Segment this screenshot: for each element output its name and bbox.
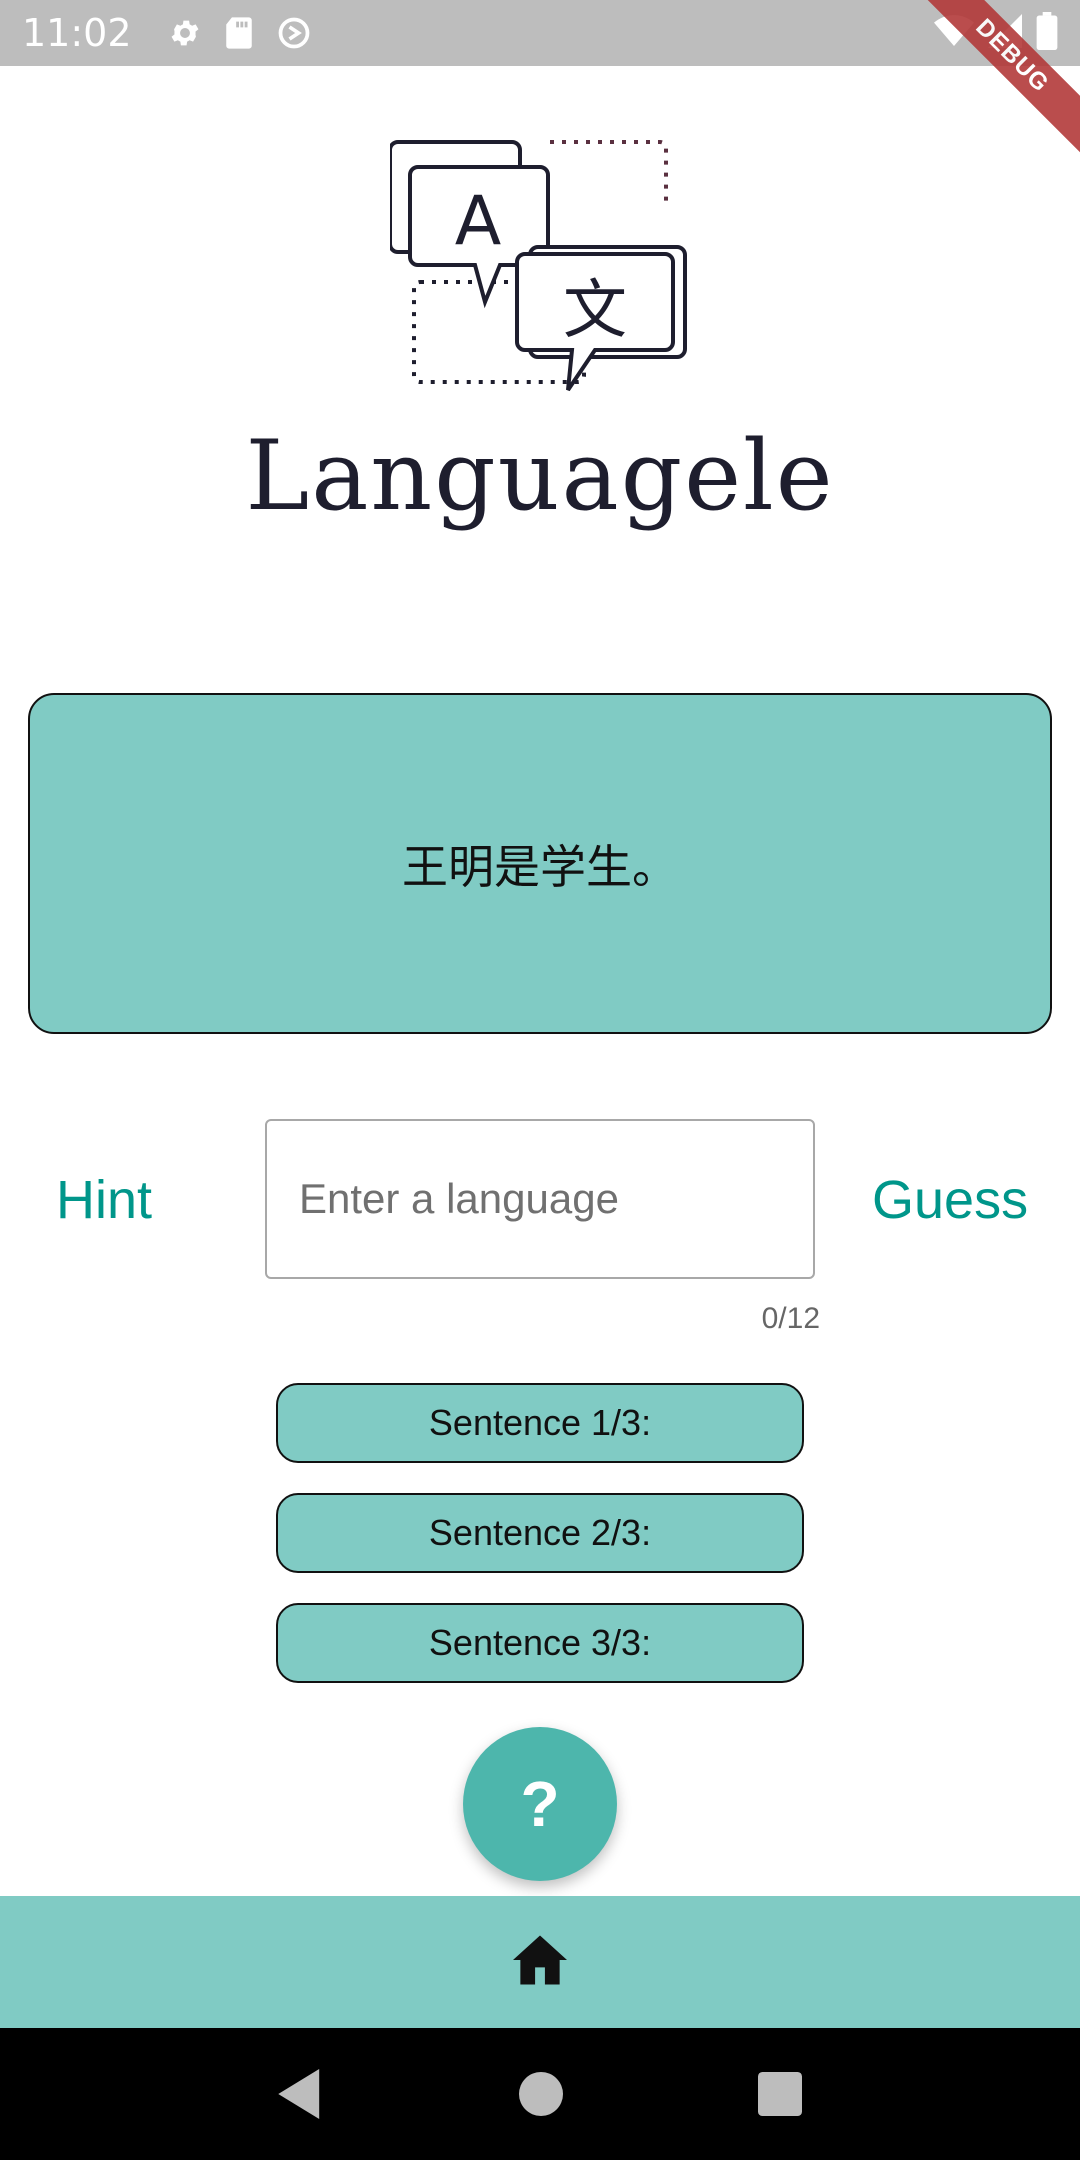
app-screen: 11:02 DEBUG A 文 Languagele 王明是学生。 Hint E… [0,0,1080,2160]
status-icons-left [168,15,312,51]
sentence-button-3[interactable]: Sentence 3/3: [276,1603,804,1683]
character-counter: 0/12 [761,1302,820,1335]
hint-button[interactable]: Hint [56,1165,196,1235]
battery-icon [1036,12,1058,55]
logo-letter-a: A [455,182,502,261]
logo-letter-wen: 文 [563,274,627,348]
sync-icon [276,15,312,51]
language-input[interactable] [265,1119,815,1279]
guess-button[interactable]: Guess [872,1165,1042,1235]
sentence-text: 王明是学生。 [402,839,678,894]
sentence-card: 王明是学生。 [28,693,1052,1034]
back-icon[interactable] [277,2069,324,2119]
recents-icon[interactable] [758,2072,803,2116]
status-bar: 11:02 DEBUG [0,0,1080,163]
help-fab-button[interactable]: ? [463,1727,617,1881]
app-title: Languagele [245,420,835,532]
app-logo: A 文 [388,132,700,402]
system-nav-bar [0,2028,1080,2160]
sentence-button-1[interactable]: Sentence 1/3: [276,1383,804,1463]
sentence-button-2[interactable]: Sentence 2/3: [276,1493,804,1573]
bottom-app-bar [0,1896,1080,2028]
settings-icon [168,16,202,50]
home-icon[interactable] [510,1933,570,1992]
home-circle-icon[interactable] [518,2072,563,2116]
sd-card-icon [224,16,254,50]
status-time: 11:02 [22,11,132,55]
